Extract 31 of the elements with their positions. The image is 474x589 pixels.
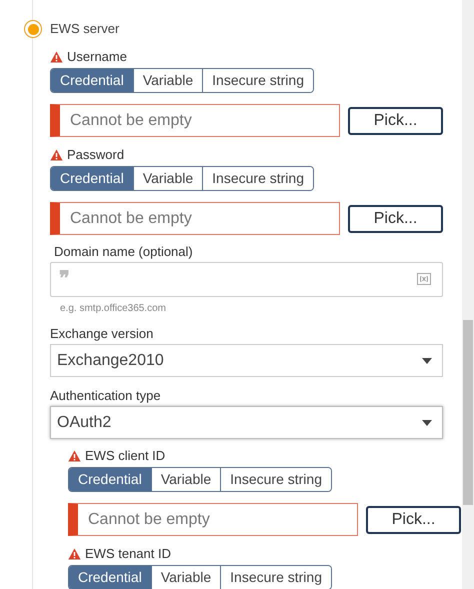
credential-field[interactable]: Cannot be empty xyxy=(50,202,340,235)
dropdown[interactable]: OAuth2 xyxy=(50,406,443,439)
mode-tab[interactable]: Credential xyxy=(51,167,133,190)
mode-tab[interactable]: Insecure string xyxy=(220,468,331,491)
pick-button[interactable]: Pick... xyxy=(348,106,443,134)
radio-button[interactable] xyxy=(24,20,42,38)
mode-tab[interactable]: Credential xyxy=(69,566,151,589)
radio-label: EWS server xyxy=(50,20,120,38)
caret-icon xyxy=(422,420,432,426)
field-label: Username xyxy=(67,48,127,66)
domain-field[interactable]: ❞ xyxy=(50,262,443,297)
field-label: Authentication type xyxy=(50,387,162,404)
pick-button[interactable]: Pick... xyxy=(366,506,461,534)
field-label: EWS client ID xyxy=(85,447,166,466)
field-label: Exchange version xyxy=(50,325,154,342)
pick-button[interactable]: Pick... xyxy=(348,204,443,232)
caret-icon xyxy=(422,358,432,364)
credential-field[interactable]: Cannot be empty xyxy=(50,104,340,137)
mode-tab[interactable]: Insecure string xyxy=(202,167,313,190)
field-label: Password xyxy=(67,146,124,164)
mode-tab[interactable]: Insecure string xyxy=(220,566,331,589)
credential-field[interactable]: Cannot be empty xyxy=(68,503,358,536)
mode-tab[interactable]: Credential xyxy=(51,69,133,92)
mode-tab[interactable]: Credential xyxy=(69,468,151,491)
scrollbar[interactable] xyxy=(462,0,474,589)
mode-tab[interactable]: Insecure string xyxy=(202,69,313,92)
dropdown[interactable]: Exchange2010 xyxy=(50,344,443,377)
field-hint: e.g. smtp.office365.com xyxy=(60,302,167,316)
field-label: EWS tenant ID xyxy=(85,545,171,564)
field-label: Domain name (optional) xyxy=(54,243,194,260)
variable-icon[interactable] xyxy=(417,273,431,285)
